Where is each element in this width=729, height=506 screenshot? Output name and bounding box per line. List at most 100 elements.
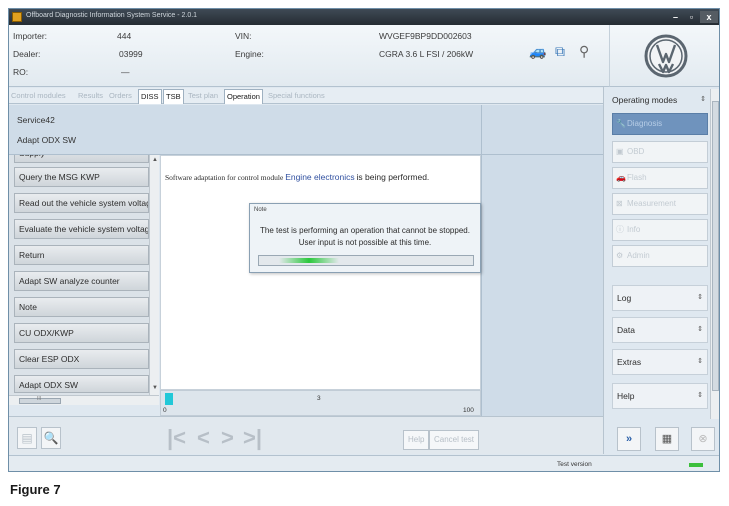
list-item[interactable]: Note [14, 297, 149, 317]
panel-scrollbar[interactable] [710, 89, 719, 419]
work-area-side [481, 155, 603, 390]
mode-flash[interactable]: 🚗 Flash [612, 167, 708, 189]
brand-logo-area [609, 25, 719, 87]
mode-label: Admin [627, 251, 650, 260]
list-item[interactable]: Adapt ODX SW [14, 375, 149, 393]
tab-tsb[interactable]: TSB [163, 89, 184, 104]
diagnostic-report-icon[interactable]: ▦ [655, 427, 679, 451]
vin-value: WVGEF9BP9DD002603 [379, 31, 472, 41]
connection-led-icon [689, 463, 703, 467]
forward-icon[interactable]: » [617, 427, 641, 451]
panel-scroll-thumb[interactable] [712, 101, 719, 391]
ro-value: — [121, 67, 130, 77]
operating-modes-label: Operating modes [612, 95, 678, 105]
vin-label: VIN: [235, 31, 252, 41]
service-header: Service42 Adapt ODX SW [9, 105, 481, 155]
stop-icon[interactable]: ⊗ [691, 427, 715, 451]
mode-diagnosis[interactable]: 🔧 Diagnosis [612, 113, 708, 135]
chevron-icon: ⇕ [697, 358, 703, 365]
document-search-icon[interactable]: 🔍 [41, 427, 61, 449]
service-function: Adapt ODX SW [17, 135, 77, 145]
obd-icon: ▣ [616, 147, 624, 156]
wrench-icon: 🔧 [616, 119, 626, 128]
first-step-icon[interactable]: |< [167, 427, 186, 449]
importer-value: 444 [117, 31, 132, 41]
cancel-test-button[interactable]: Cancel test [429, 430, 480, 450]
previous-step-icon[interactable]: < [197, 427, 210, 449]
main-tabs: Control modules Results Orders DISS TSB … [9, 88, 609, 104]
progress-current: 3 [317, 395, 321, 402]
section-label: Data [617, 325, 635, 335]
dealer-value: 03999 [119, 49, 143, 59]
maximize-button[interactable]: ▫ [684, 11, 699, 23]
section-help[interactable]: Help ⇕ [612, 383, 708, 409]
ro-label: RO: [13, 67, 29, 77]
dialog-progress-bar [258, 255, 474, 266]
tab-control-modules[interactable]: Control modules [11, 89, 66, 104]
list-item[interactable]: Adapt SW analyze counter [14, 271, 149, 291]
list-item[interactable]: Query the MSG KWP [14, 167, 149, 187]
mode-label: Info [627, 225, 641, 234]
list-horizontal-scrollbar[interactable]: III [9, 395, 159, 405]
figure-caption: Figure 7 [10, 482, 61, 497]
operating-modes-header[interactable]: Operating modes ⇕ [612, 91, 708, 109]
list-item[interactable]: Evaluate the vehicle system voltage [14, 219, 149, 239]
service-header-side [481, 105, 603, 155]
tab-orders[interactable]: Orders [109, 89, 132, 104]
info-icon: ⓘ [616, 225, 624, 234]
vehicle-icon: 🚙 [529, 43, 547, 59]
operating-modes-panel: Operating modes ⇕ 🔧 Diagnosis ▣ OBD 🚗 Fl… [603, 87, 719, 454]
list-item[interactable]: Read out the vehicle system voltage [14, 193, 149, 213]
section-data[interactable]: Data ⇕ [612, 317, 708, 343]
mode-info[interactable]: ⓘ Info [612, 219, 708, 241]
list-item[interactable]: Return [14, 245, 149, 265]
tab-results[interactable]: Results [78, 89, 103, 104]
message-prefix: Software adaptation for control module [165, 173, 284, 182]
section-label: Help [617, 391, 635, 401]
engine-value: CGRA 3.6 L FSI / 206kW [379, 49, 474, 59]
title-bar: Offboard Diagnostic Information System S… [9, 9, 719, 25]
progress-strip-side [481, 390, 603, 416]
tab-operation[interactable]: Operation [224, 89, 263, 104]
message-suffix: is being performed. [356, 172, 430, 182]
scroll-down-icon[interactable]: ▼ [151, 385, 159, 391]
dialog-title: Note [254, 207, 267, 213]
mode-measurement[interactable]: ⊠ Measurement [612, 193, 708, 215]
tab-test-plan[interactable]: Test plan [188, 89, 218, 104]
last-step-icon[interactable]: >| [243, 427, 262, 449]
panel-action-buttons: » ▦ ⊗ [603, 421, 719, 454]
chevron-icon: ⇕ [697, 294, 703, 301]
engine-label: Engine: [235, 49, 264, 59]
section-label: Log [617, 293, 632, 303]
tab-diss[interactable]: DISS [138, 89, 162, 104]
status-text: Test version [557, 461, 592, 468]
chevron-icon: ⇕ [700, 96, 706, 103]
help-button[interactable]: Help [403, 430, 430, 450]
section-extras[interactable]: Extras ⇕ [612, 349, 708, 375]
vw-logo-icon [644, 34, 688, 78]
next-step-icon[interactable]: > [221, 427, 234, 449]
dialog-message-line1: The test is performing an operation that… [260, 226, 470, 235]
mode-label: OBD [627, 147, 645, 156]
mode-obd[interactable]: ▣ OBD [612, 141, 708, 163]
section-log[interactable]: Log ⇕ [612, 285, 708, 311]
list-item[interactable]: CU ODX/KWP [14, 323, 149, 343]
status-bar: Test version [9, 455, 719, 471]
list-vertical-scrollbar[interactable]: ▲ ▼ [149, 155, 159, 395]
mode-label: Flash [627, 173, 647, 182]
list-item[interactable]: Clear ESP ODX [14, 349, 149, 369]
note-dialog: Note The test is performing an operation… [249, 203, 481, 273]
minimize-button[interactable]: – [668, 11, 683, 23]
chevron-icon: ⇕ [697, 392, 703, 399]
mode-label: Measurement [627, 199, 676, 208]
mode-admin[interactable]: ⚙ Admin [612, 245, 708, 267]
scroll-up-icon[interactable]: ▲ [151, 157, 159, 163]
list-item[interactable]: Supply [14, 155, 149, 163]
test-progress-strip: 3 0 100 [160, 390, 481, 416]
car-icon: 🚗 [616, 173, 626, 182]
close-button[interactable]: x [700, 11, 718, 23]
document-icon[interactable]: ▤ [17, 427, 37, 449]
admin-icon: ⚙ [616, 251, 624, 260]
tab-special-functions[interactable]: Special functions [268, 89, 325, 104]
service-name: Service42 [17, 115, 55, 125]
